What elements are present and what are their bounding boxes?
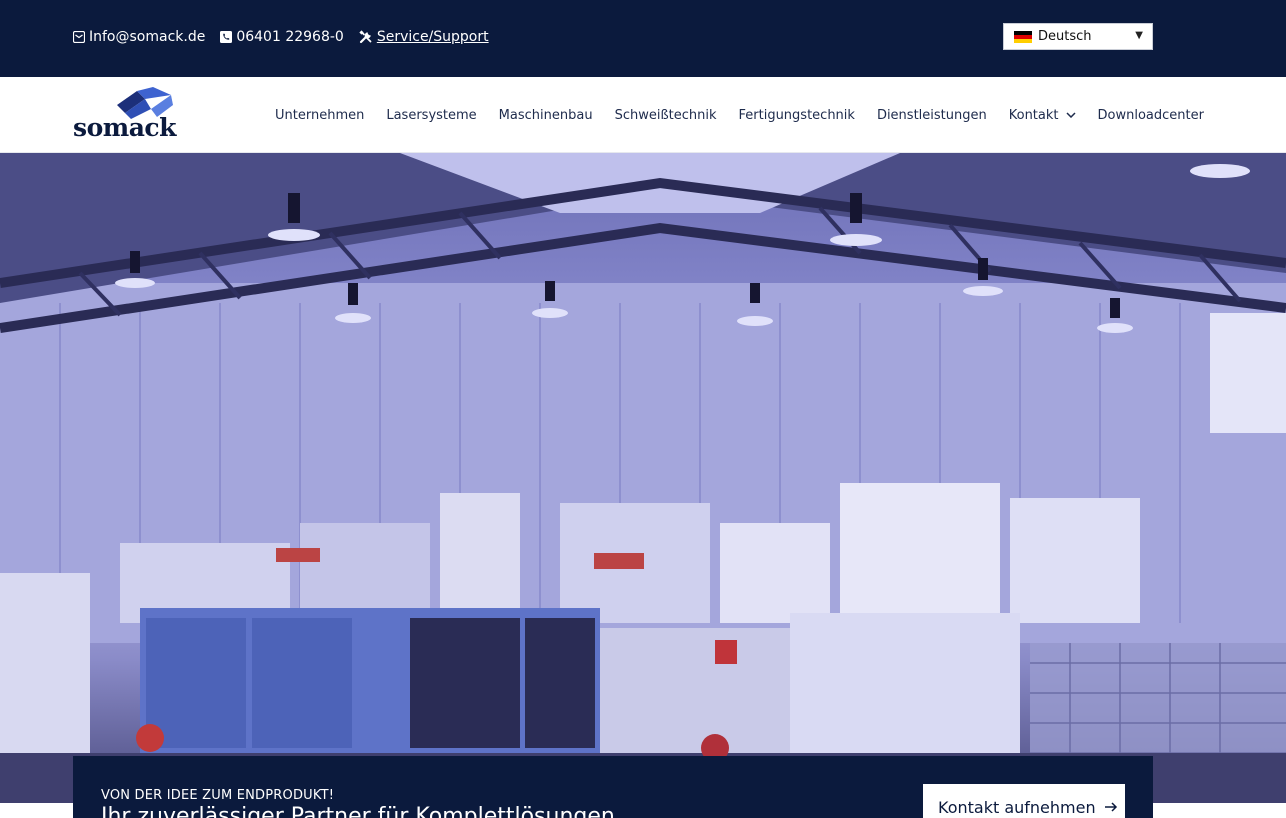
- support-link[interactable]: Service/Support: [359, 29, 489, 45]
- site-header: somack Unternehmen Lasersysteme Maschine…: [0, 77, 1286, 153]
- nav-item-label: Maschinenbau: [498, 107, 593, 123]
- email-link[interactable]: Info@somack.de: [73, 29, 205, 45]
- chevron-down-icon: [1065, 112, 1076, 118]
- email-text: Info@somack.de: [89, 29, 206, 45]
- language-selected: Deutsch: [1038, 29, 1092, 44]
- german-flag-icon: [1014, 30, 1032, 43]
- nav-item-lasersysteme[interactable]: Lasersysteme: [386, 108, 476, 123]
- nav-item-label: Unternehmen: [275, 107, 365, 123]
- contact-button-label: Kontakt aufnehmen: [938, 797, 1096, 817]
- cta-eyebrow: VON DER IDEE ZUM ENDPRODUKT!: [101, 788, 335, 803]
- phone-text: 06401 22968-0: [236, 29, 344, 45]
- nav-item-label: Lasersysteme: [386, 107, 477, 123]
- nav-item-label: Schweißtechnik: [614, 107, 717, 123]
- cta-headline: Ihr zuverlässiger Partner für Komplettlö…: [101, 804, 615, 818]
- top-bar: Info@somack.de 06401 22968-0 Service/Sup…: [0, 0, 1286, 77]
- nav-item-fertigungstechnik[interactable]: Fertigungstechnik: [739, 108, 855, 123]
- logo-wordmark: somack: [73, 113, 176, 142]
- nav-item-dienstleistungen[interactable]: Dienstleistungen: [877, 108, 987, 123]
- nav-item-label: Downloadcenter: [1097, 107, 1204, 123]
- nav-item-downloadcenter[interactable]: Downloadcenter: [1098, 108, 1204, 123]
- nav-item-unternehmen[interactable]: Unternehmen: [275, 108, 364, 123]
- envelope-icon: [73, 31, 85, 43]
- nav-item-label: Fertigungstechnik: [738, 107, 855, 123]
- tools-icon: [359, 30, 372, 44]
- contact-bar: Info@somack.de 06401 22968-0 Service/Sup…: [73, 27, 504, 47]
- arrow-right-icon: [1104, 801, 1118, 813]
- support-text: Service/Support: [376, 29, 489, 45]
- cta-banner: VON DER IDEE ZUM ENDPRODUKT! Ihr zuverlä…: [73, 756, 1153, 818]
- nav-item-kontakt[interactable]: Kontakt: [1009, 108, 1076, 123]
- nav-item-label: Dienstleistungen: [876, 107, 987, 123]
- workshop-hall-illustration: [0, 153, 1286, 803]
- nav-item-label: Kontakt: [1008, 107, 1059, 123]
- dropdown-arrow-icon: ▼: [1135, 30, 1143, 41]
- language-select[interactable]: Deutsch ▼: [1003, 23, 1153, 50]
- phone-icon: [220, 31, 233, 43]
- nav-item-maschinenbau[interactable]: Maschinenbau: [499, 108, 593, 123]
- phone-link[interactable]: 06401 22968-0: [220, 29, 344, 45]
- contact-button[interactable]: Kontakt aufnehmen: [923, 784, 1125, 818]
- somack-logo[interactable]: somack: [73, 87, 176, 145]
- hero-image: [0, 153, 1286, 803]
- main-nav: Unternehmen Lasersysteme Maschinenbau Sc…: [275, 105, 1204, 125]
- nav-item-schweisstechnik[interactable]: Schweißtechnik: [615, 108, 717, 123]
